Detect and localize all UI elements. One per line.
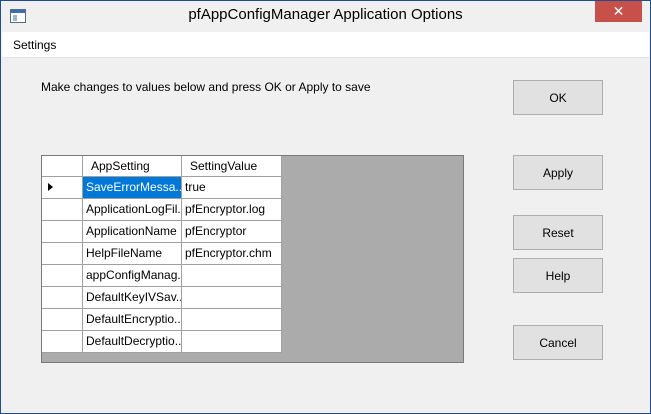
settingvalue-cell[interactable]: pfEncryptor: [182, 221, 282, 243]
settingvalue-cell[interactable]: [182, 331, 282, 353]
table-row[interactable]: ApplicationLogFil... pfEncryptor.log: [42, 199, 282, 221]
settingvalue-cell[interactable]: true: [182, 177, 282, 199]
settingvalue-cell[interactable]: [182, 265, 282, 287]
title-bar[interactable]: pfAppConfigManager Application Options ✕: [1, 1, 650, 32]
row-header[interactable]: [42, 287, 83, 309]
grid-body: SaveErrorMessa... true ApplicationLogFil..…: [42, 177, 282, 353]
appsetting-cell[interactable]: SaveErrorMessa...: [83, 177, 182, 199]
table-row[interactable]: SaveErrorMessa... true: [42, 177, 282, 199]
appsetting-cell[interactable]: ApplicationLogFil...: [83, 199, 182, 221]
table-row[interactable]: HelpFileName pfEncryptor.chm: [42, 243, 282, 265]
close-icon: ✕: [612, 3, 625, 19]
cancel-button[interactable]: Cancel: [513, 325, 603, 360]
settingvalue-cell[interactable]: [182, 309, 282, 331]
appsetting-cell[interactable]: HelpFileName: [83, 243, 182, 265]
row-header[interactable]: [42, 309, 83, 331]
table-row[interactable]: DefaultKeyIVSav...: [42, 287, 282, 309]
appsetting-cell[interactable]: appConfigManag...: [83, 265, 182, 287]
current-row-arrow-icon: [48, 183, 53, 191]
reset-button[interactable]: Reset: [513, 215, 603, 250]
ok-button[interactable]: OK: [513, 80, 603, 115]
appsetting-cell[interactable]: DefaultDecryptio...: [83, 331, 182, 353]
column-header-appsetting[interactable]: AppSetting: [83, 156, 182, 177]
table-row[interactable]: DefaultEncryptio...: [42, 309, 282, 331]
grid-header: AppSetting SettingValue: [42, 156, 282, 177]
appsetting-cell[interactable]: DefaultKeyIVSav...: [83, 287, 182, 309]
grid-corner-header[interactable]: [42, 156, 83, 177]
table-row[interactable]: DefaultDecryptio...: [42, 331, 282, 353]
close-button[interactable]: ✕: [595, 1, 642, 22]
window-title: pfAppConfigManager Application Options: [188, 6, 463, 23]
help-button[interactable]: Help: [513, 258, 603, 293]
settingvalue-cell[interactable]: [182, 287, 282, 309]
options-window: pfAppConfigManager Application Options ✕…: [0, 0, 651, 414]
table-row[interactable]: ApplicationName pfEncryptor: [42, 221, 282, 243]
instructions-text: Make changes to values below and press O…: [41, 80, 371, 94]
row-header[interactable]: [42, 221, 83, 243]
appsetting-cell[interactable]: DefaultEncryptio...: [83, 309, 182, 331]
menu-bar: Settings: [2, 32, 649, 58]
column-header-settingvalue[interactable]: SettingValue: [182, 156, 282, 177]
settingvalue-cell[interactable]: pfEncryptor.chm: [182, 243, 282, 265]
settingvalue-cell[interactable]: pfEncryptor.log: [182, 199, 282, 221]
row-header[interactable]: [42, 265, 83, 287]
row-header[interactable]: [42, 243, 83, 265]
apply-button[interactable]: Apply: [513, 155, 603, 190]
table-row[interactable]: appConfigManag...: [42, 265, 282, 287]
row-header[interactable]: [42, 177, 83, 199]
menu-item-settings[interactable]: Settings: [13, 38, 56, 52]
row-header[interactable]: [42, 331, 83, 353]
row-header[interactable]: [42, 199, 83, 221]
appsetting-cell[interactable]: ApplicationName: [83, 221, 182, 243]
settings-grid[interactable]: AppSetting SettingValue SaveErrorMessa..…: [41, 155, 464, 363]
